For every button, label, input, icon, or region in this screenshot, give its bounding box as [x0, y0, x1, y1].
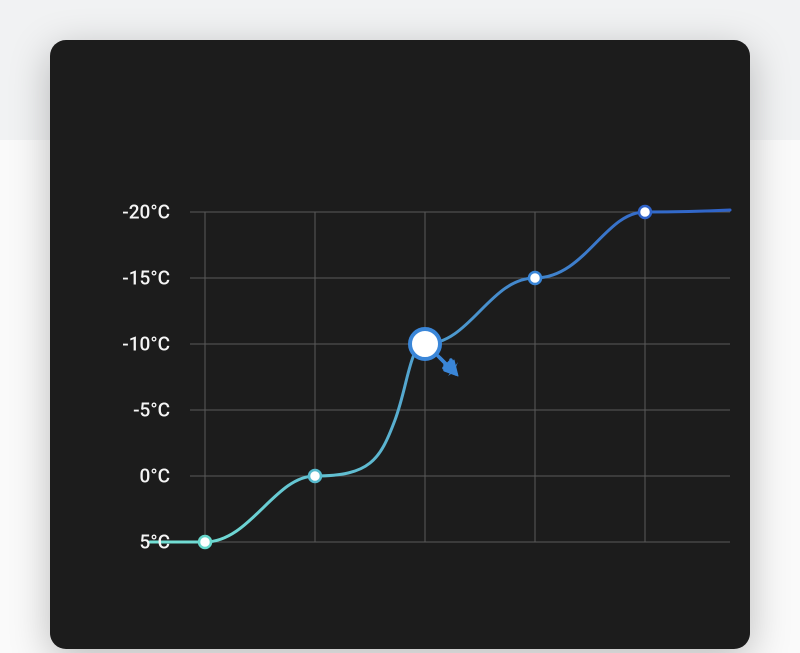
chart-point-3[interactable]	[529, 272, 541, 284]
chart-card: -20°C -15°C -10°C -5°C 0°C 5°C	[50, 40, 750, 649]
chart-grid	[190, 212, 730, 542]
chart-line	[150, 210, 730, 542]
y-tick-label: 5°C	[140, 531, 170, 554]
y-tick-label: -5°C	[133, 399, 170, 422]
chart-point-highlighted[interactable]	[410, 329, 440, 359]
y-tick-label: 0°C	[140, 465, 170, 488]
y-tick-label: -20°C	[122, 201, 170, 224]
drag-arrow-icon	[438, 356, 456, 374]
chart-point-1[interactable]	[309, 470, 321, 482]
y-tick-label: -10°C	[122, 333, 170, 356]
y-tick-label: -15°C	[122, 267, 170, 290]
chart-point-0[interactable]	[199, 536, 211, 548]
chart-point-4[interactable]	[639, 206, 651, 218]
